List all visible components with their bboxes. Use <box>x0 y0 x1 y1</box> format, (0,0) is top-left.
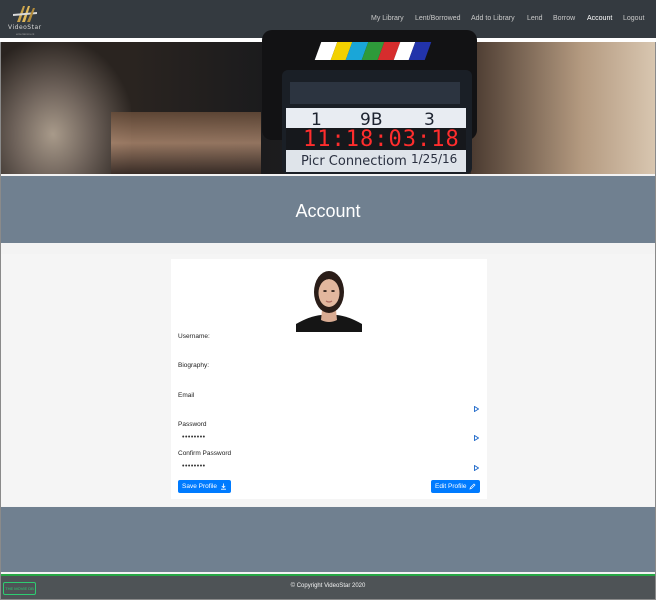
hero-background-light <box>471 42 655 174</box>
nav-lent-borrowed[interactable]: Lent/Borrowed <box>415 15 461 22</box>
hero-crowd-shape <box>111 112 261 174</box>
confirm-password-label: Confirm Password <box>178 450 232 457</box>
clapper-screen-header <box>290 82 460 104</box>
nav-add-to-library[interactable]: Add to Library <box>471 15 515 22</box>
password-label: Password <box>178 421 207 428</box>
profile-avatar <box>296 266 362 332</box>
password-field-toggle-icon[interactable] <box>474 435 479 441</box>
nav-borrow[interactable]: Borrow <box>553 15 575 22</box>
brand-name: VideoStar <box>8 24 42 31</box>
clapper-name: Picr Connectiom <box>301 154 407 169</box>
page-title: Account <box>295 201 361 221</box>
lower-band <box>1 507 655 572</box>
edit-profile-label: Edit Profile <box>435 483 467 490</box>
email-field-toggle-icon[interactable] <box>474 406 479 412</box>
confirm-field-toggle-icon[interactable] <box>474 465 479 471</box>
save-profile-button[interactable]: Save Profile <box>178 480 232 493</box>
avatar-portrait-icon <box>296 266 362 332</box>
nav-account[interactable]: Account <box>587 15 612 22</box>
pencil-icon <box>469 483 476 490</box>
password-field[interactable]: •••••••• <box>182 434 206 441</box>
email-label: Email <box>178 392 195 399</box>
nav-lend[interactable]: Lend <box>527 15 543 22</box>
username-label: Username: <box>178 333 210 340</box>
clapper-timecode: 11:18:03:18 <box>303 127 460 152</box>
confirm-password-field[interactable]: •••••••• <box>182 463 206 470</box>
nav-logout[interactable]: Logout <box>623 15 644 22</box>
star-logo-icon <box>13 6 37 22</box>
biography-label: Biography: <box>178 362 210 369</box>
brand-tagline: entertainment <box>16 32 35 36</box>
download-icon <box>220 483 227 490</box>
brand-logo[interactable]: VideoStar entertainment <box>7 4 43 36</box>
clapper-stripes <box>314 42 432 60</box>
nav-my-library[interactable]: My Library <box>371 15 404 22</box>
clapper-date: 1/25/16 <box>411 152 458 166</box>
copyright-text: © Copyright VideoStar 2020 <box>290 583 366 589</box>
edit-profile-button[interactable]: Edit Profile <box>431 480 481 493</box>
save-profile-label: Save Profile <box>182 483 218 490</box>
